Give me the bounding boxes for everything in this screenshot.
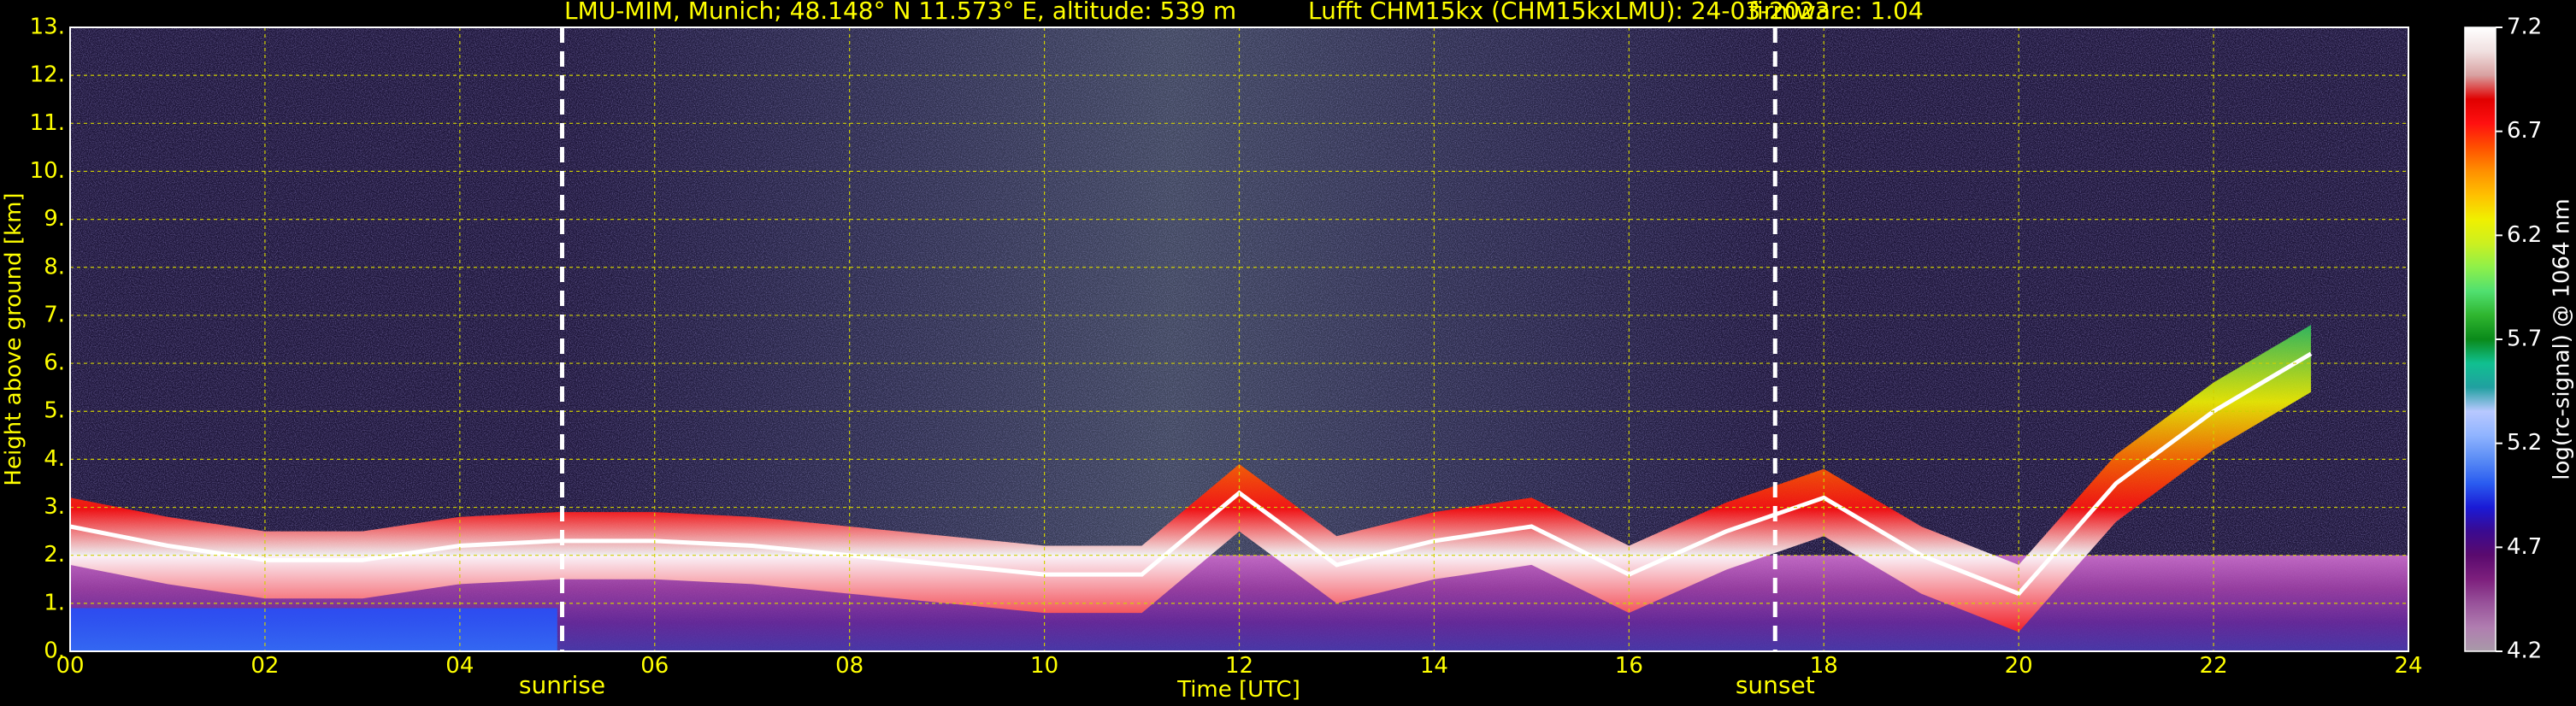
x-tick-label: 24 xyxy=(2394,653,2422,679)
x-tick-label: 14 xyxy=(1420,653,1448,679)
x-axis-label: Time [UTC] xyxy=(1176,677,1300,703)
colorbar-label: log(rc-signal) @ 1064 nm xyxy=(2549,198,2575,479)
y-tick-label: 5. xyxy=(44,398,65,424)
y-tick-label: 9. xyxy=(44,206,65,232)
sunset-label: sunset xyxy=(1736,671,1815,699)
y-tick-label: 10. xyxy=(30,158,65,184)
y-axis-label: Height above ground [km] xyxy=(1,192,27,485)
x-tick-label: 08 xyxy=(835,653,864,679)
x-tick-label: 12 xyxy=(1225,653,1253,679)
x-tick-label: 02 xyxy=(251,653,279,679)
colorbar-tick-label: 6.7 xyxy=(2507,118,2542,144)
x-tick-label: 06 xyxy=(640,653,669,679)
y-tick-label: 1. xyxy=(44,590,65,615)
colorbar-tick-label: 7.2 xyxy=(2507,15,2542,40)
x-tick-label: 00 xyxy=(56,653,84,679)
colorbar-tick-label: 5.7 xyxy=(2507,327,2542,352)
title-location: LMU-MIM, Munich; 48.148° N 11.573° E, al… xyxy=(564,0,1236,25)
colorbar-tick-label: 4.2 xyxy=(2507,638,2542,664)
low-aerosol-band xyxy=(70,608,557,651)
sunrise-label: sunrise xyxy=(519,671,605,699)
y-tick-label: 3. xyxy=(44,494,65,520)
x-axis-ticks: 00 02 04 06 08 10 12 14 16 18 20 22 24 xyxy=(56,653,2422,679)
colorbar-tick-label: 6.2 xyxy=(2507,222,2542,248)
colorbar-tick-label: 5.2 xyxy=(2507,430,2542,456)
x-tick-label: 20 xyxy=(2005,653,2033,679)
y-tick-label: 8. xyxy=(44,254,65,279)
y-tick-label: 12. xyxy=(30,62,65,88)
colorbar-tick-label: 4.7 xyxy=(2507,534,2542,560)
x-tick-label: 18 xyxy=(1810,653,1838,679)
y-tick-label: 2. xyxy=(44,542,65,568)
colorbar-swatch xyxy=(2464,26,2496,652)
x-tick-label: 10 xyxy=(1030,653,1058,679)
daylight-noise xyxy=(573,27,1770,557)
colorbar-ticks: 7.2 6.7 6.2 5.7 5.2 4.7 4.2 xyxy=(2496,15,2542,664)
x-tick-label: 16 xyxy=(1615,653,1643,679)
y-tick-label: 4. xyxy=(44,446,65,472)
ceilometer-chart: sunrise sunset 0.1.2.3.4.5.6.7.8.9.10.11.… xyxy=(1,0,2575,703)
title-firmware: firmware: 1.04 xyxy=(1748,0,1924,25)
y-tick-label: 7. xyxy=(44,302,65,327)
x-tick-label: 04 xyxy=(445,653,474,679)
x-tick-label: 22 xyxy=(2200,653,2228,679)
y-tick-label: 11. xyxy=(30,110,65,136)
y-tick-label: 6. xyxy=(44,350,65,376)
y-tick-label: 13. xyxy=(30,15,65,40)
colorbar: 7.2 6.7 6.2 5.7 5.2 4.7 4.2 log(rc-signal) @ 1… xyxy=(2464,15,2575,664)
y-axis-ticks: 0.1.2.3.4.5.6.7.8.9.10.11.12.13. xyxy=(30,15,65,664)
